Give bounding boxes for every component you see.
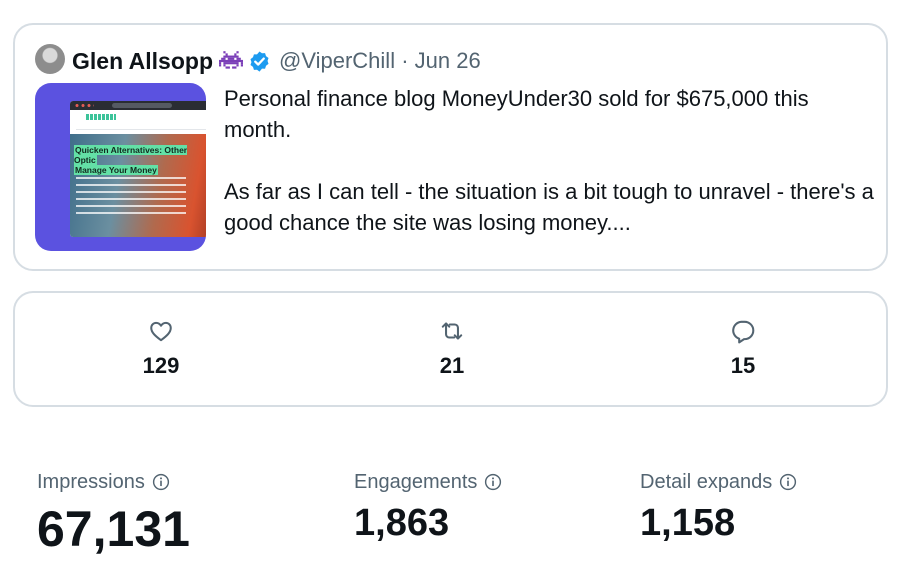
info-icon[interactable]: [484, 473, 502, 491]
tweet-card[interactable]: Glen Allsopp @ViperChill · Jun 26 Quicke…: [13, 23, 888, 271]
tweet-text-paragraph: Personal finance blog MoneyUnder30 sold …: [224, 86, 809, 142]
stat-label: Detail expands: [640, 470, 773, 493]
tweet-text: Personal finance blog MoneyUnder30 sold …: [224, 83, 874, 238]
thumbnail-heading: Quicken Alternatives: Other Optic Manage…: [74, 145, 188, 175]
space-invader-icon: [219, 51, 243, 69]
like-count: 129: [142, 353, 180, 378]
retweet-button[interactable]: 21: [392, 318, 512, 379]
verified-badge-icon: [250, 50, 269, 72]
avatar[interactable]: [35, 44, 65, 74]
site-logo: [86, 114, 116, 120]
reply-icon: [732, 320, 755, 344]
info-icon[interactable]: [152, 473, 170, 491]
stat-label: Engagements: [354, 470, 478, 493]
stat-value: 67,131: [37, 501, 190, 557]
stat-value: 1,158: [640, 502, 736, 544]
stat-value: 1,863: [354, 502, 450, 544]
author-name[interactable]: Glen Allsopp: [72, 48, 213, 75]
stat-detail-expands: Detail expands 1,158: [640, 468, 797, 542]
like-button[interactable]: 129: [101, 318, 221, 379]
link-thumbnail[interactable]: Quicken Alternatives: Other Optic Manage…: [35, 83, 206, 251]
retweet-icon: [441, 322, 463, 340]
heart-icon: [150, 321, 172, 342]
handle-and-date[interactable]: @ViperChill · Jun 26: [279, 48, 481, 74]
reply-button[interactable]: 15: [683, 318, 803, 379]
info-icon[interactable]: [779, 473, 797, 491]
stat-impressions: Impressions 67,131: [37, 468, 190, 557]
tweet-text-paragraph: As far as I can tell - the situation is …: [224, 179, 874, 235]
website-screenshot: Quicken Alternatives: Other Optic Manage…: [70, 101, 206, 237]
tweet-header: Glen Allsopp @ViperChill · Jun 26: [72, 45, 481, 77]
stat-label: Impressions: [37, 470, 145, 493]
engagement-actions: 129 21 15: [13, 291, 888, 407]
reply-count: 15: [730, 353, 756, 378]
retweet-count: 21: [439, 353, 465, 378]
stat-engagements: Engagements 1,863: [354, 468, 502, 542]
